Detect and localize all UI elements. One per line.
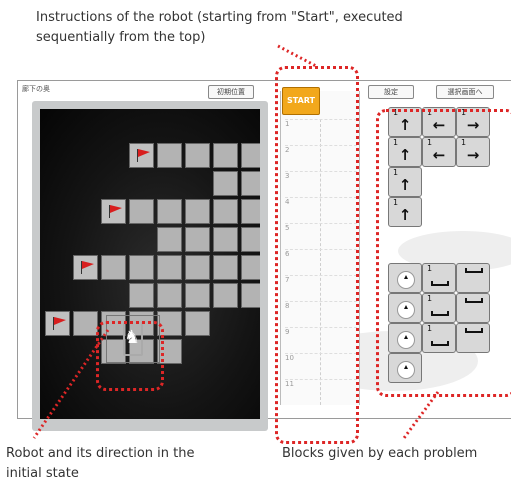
floor-tile	[213, 143, 238, 168]
floor-tile	[157, 199, 182, 224]
floor-tile	[185, 227, 210, 252]
floor-tile	[185, 255, 210, 280]
stage-title: 廊下の奥	[22, 85, 50, 93]
floor-tile	[157, 227, 182, 252]
floor-tile	[185, 199, 210, 224]
goal-flag-tile	[101, 199, 126, 224]
floor-tile	[185, 283, 210, 308]
reset-position-button[interactable]: 初期位置	[208, 85, 254, 99]
floor-tile	[241, 171, 260, 196]
app-window: 廊下の奥 初期位置 設定 選択画面へ ♞ 1 2 3 4 5 6 7 8 9 10 11 START…	[17, 66, 511, 444]
floor-tile	[213, 227, 238, 252]
floor-tile	[157, 143, 182, 168]
floor-tile	[185, 311, 210, 336]
blocks-caption: Blocks given by each problem	[282, 446, 478, 461]
floor-tile	[73, 311, 98, 336]
floor-tile	[129, 283, 154, 308]
goal-flag-tile	[45, 311, 70, 336]
instructions-callout-line	[277, 44, 317, 68]
instructions-caption: Instructions of the robot (starting from…	[36, 10, 403, 45]
instructions-highlight	[275, 66, 359, 444]
goal-flag-tile	[73, 255, 98, 280]
floor-tile	[213, 255, 238, 280]
floor-tile	[241, 227, 260, 252]
floor-tile	[101, 255, 126, 280]
floor-tile	[185, 143, 210, 168]
goal-flag-tile	[129, 143, 154, 168]
floor-tile	[157, 255, 182, 280]
robot-caption: Robot and its direction in the initial s…	[6, 446, 195, 481]
floor-tile	[213, 283, 238, 308]
floor-tile	[241, 199, 260, 224]
floor-tile	[213, 199, 238, 224]
blocks-highlight	[376, 109, 511, 397]
floor-tile	[241, 283, 260, 308]
floor-tile	[241, 143, 260, 168]
floor-tile	[129, 255, 154, 280]
robot-highlight	[96, 321, 164, 391]
floor-tile	[241, 255, 260, 280]
floor-tile	[129, 199, 154, 224]
floor-tile	[213, 171, 238, 196]
floor-tile	[157, 283, 182, 308]
